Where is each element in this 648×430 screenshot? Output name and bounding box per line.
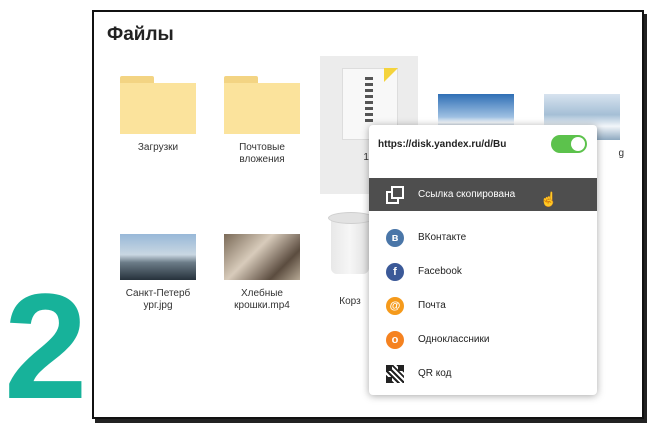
share-url[interactable]: https://disk.yandex.ru/d/Bu — [378, 139, 506, 150]
cursor-hand-icon: ☝ — [540, 191, 558, 207]
share-qr-item[interactable]: QR код — [369, 357, 597, 390]
menu-item-label: Ссылка скопирована — [418, 189, 516, 200]
public-link-toggle[interactable] — [551, 135, 587, 153]
folder-icon — [224, 76, 300, 134]
qr-code-icon — [386, 365, 404, 383]
menu-item-label: Почта — [418, 300, 446, 311]
copy-icon — [386, 186, 404, 204]
copy-link-item[interactable]: Ссылка скопирована ☝ — [369, 178, 597, 211]
image-thumbnail — [120, 234, 196, 280]
step-number: 2 — [4, 262, 88, 430]
file-label: Санкт-Петерб ург.jpg — [125, 288, 191, 311]
file-item-breadcrumbs-mp4[interactable]: Хлебные крошки.mp4 — [216, 228, 308, 312]
share-ok-item[interactable]: о Одноклассники — [369, 323, 597, 356]
share-facebook-item[interactable]: f Facebook — [369, 255, 597, 288]
vk-icon: в — [386, 229, 404, 247]
file-item-mail-attachments[interactable]: Почтовые вложения — [216, 76, 308, 166]
file-item-spb-jpg[interactable]: Санкт-Петерб ург.jpg — [112, 228, 204, 312]
file-item-downloads[interactable]: Загрузки — [112, 76, 204, 154]
folder-icon — [120, 76, 196, 134]
facebook-icon: f — [386, 263, 404, 281]
trash-icon — [328, 212, 374, 274]
mail-icon: @ — [386, 297, 404, 315]
menu-item-label: QR код — [418, 368, 452, 379]
file-label: Хлебные крошки.mp4 — [234, 288, 290, 311]
video-thumbnail — [224, 234, 300, 280]
ok-icon: о — [386, 331, 404, 349]
share-mail-item[interactable]: @ Почта — [369, 289, 597, 322]
menu-item-label: Facebook — [418, 266, 462, 277]
file-label: Загрузки — [137, 142, 179, 153]
share-vk-item[interactable]: в ВКонтакте — [369, 221, 597, 254]
menu-item-label: Одноклассники — [418, 334, 490, 345]
share-popup: https://disk.yandex.ru/d/Bu Ссылка скопи… — [369, 125, 597, 395]
page-title: Файлы — [107, 24, 174, 45]
files-window: Файлы Загрузки Почтовые вложения 1.z g С… — [92, 10, 644, 419]
file-label: Почтовые вложения — [239, 142, 285, 165]
menu-item-label: ВКонтакте — [418, 232, 467, 243]
